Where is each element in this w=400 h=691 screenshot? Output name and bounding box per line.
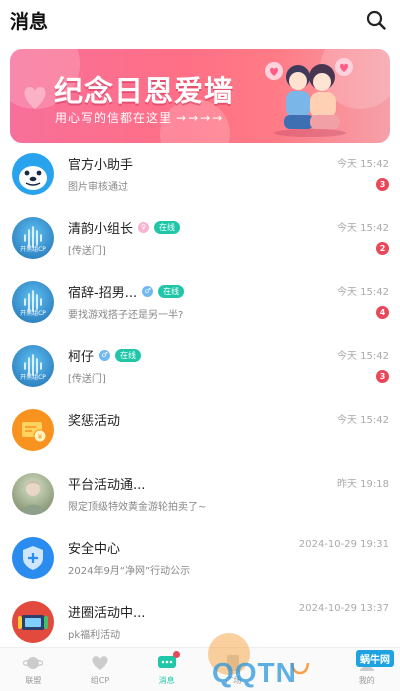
conversation-name: 官方小助手	[68, 157, 134, 173]
balloon-heart-icon	[24, 87, 46, 109]
avatar	[12, 537, 54, 579]
watermark-text: QQTN	[212, 657, 297, 688]
conversation-preview: 要找游戏搭子还是另一半?	[68, 310, 184, 321]
couple-illustration	[265, 58, 353, 137]
planet-icon	[22, 654, 45, 672]
nav-label: 消息	[158, 675, 175, 685]
nav-label: 我的	[358, 675, 375, 685]
conversation-time: 今天 15:42	[337, 159, 389, 170]
conversation-row[interactable]: ¥ 奖惩活动 今天 15:42	[0, 407, 400, 471]
avatar-label: 开黑组CP	[20, 374, 46, 381]
online-status-badge: 在线	[158, 284, 185, 298]
conversation-row[interactable]: 开黑组CP 宿辞-招男... ♂ 在线 今天 15:42 要找游戏搭子还是另一半…	[0, 279, 400, 343]
online-status-badge: 在线	[154, 220, 181, 234]
conversation-preview: 图片审核通过	[68, 182, 128, 193]
conversation-row[interactable]: 开黑组CP 柯仔 ♂ 在线 今天 15:42 [传送门] 3	[0, 343, 400, 407]
seal-mascot-icon	[19, 166, 47, 190]
unread-badge: 2	[376, 242, 389, 255]
unread-badge: 4	[376, 306, 389, 319]
avatar-label: 开黑组CP	[20, 310, 46, 317]
conversation-preview: pk福利活动	[68, 630, 121, 641]
avatar-label: 开黑组CP	[20, 246, 46, 253]
nav-item-messages[interactable]: 消息	[133, 648, 200, 691]
conversation-name: 平台活动通...	[68, 477, 146, 493]
avatar: 开黑组CP	[12, 281, 54, 323]
nav-label: 组CP	[90, 675, 110, 685]
conversation-time: 今天 15:42	[337, 351, 389, 362]
conversation-preview: 2024年9月“净网”行动公示	[68, 566, 191, 577]
search-icon[interactable]	[364, 8, 388, 32]
conversation-row[interactable]: 平台活动通... 昨天 19:18 限定顶级特效黄金游轮拍卖了~	[0, 471, 400, 535]
nav-item-cp[interactable]: 组CP	[67, 648, 134, 691]
conversation-list: 官方小助手 今天 15:42 图片审核通过 3 开黑组CP 清韵小组长 ♀ 在线…	[0, 151, 400, 663]
page-title: 消息	[10, 10, 49, 33]
conversation-time: 今天 15:42	[337, 415, 389, 426]
header: 消息	[0, 0, 400, 40]
conversation-preview: 限定顶级特效黄金游轮拍卖了~	[68, 502, 207, 513]
conversation-time: 今天 15:42	[337, 287, 389, 298]
unread-badge: 3	[376, 370, 389, 383]
conversation-row[interactable]: 安全中心 2024-10-29 19:31 2024年9月“净网”行动公示	[0, 535, 400, 599]
shield-icon	[23, 546, 43, 570]
heart-icon	[90, 654, 110, 672]
bottom-nav: 联盟 组CP 消息 广场 我的	[0, 647, 400, 691]
conversation-time: 今天 15:42	[337, 223, 389, 234]
unread-badge: 3	[376, 178, 389, 191]
conversation-preview: [传送门]	[68, 374, 106, 385]
conversation-preview: [传送门]	[68, 246, 106, 257]
conversation-time: 昨天 19:18	[337, 479, 389, 490]
conversation-row[interactable]: 官方小助手 今天 15:42 图片审核通过 3	[0, 151, 400, 215]
watermark-logo: 蜗牛网	[356, 650, 394, 667]
avatar: 开黑组CP	[12, 345, 54, 387]
conversation-time: 2024-10-29 13:37	[298, 603, 389, 614]
banner-title: 纪念日恩爱墙	[54, 74, 235, 108]
online-status-badge: 在线	[115, 348, 142, 362]
anniversary-banner[interactable]: 纪念日恩爱墙 用心写的信都在这里 →→→→	[10, 49, 390, 143]
conversation-row[interactable]: 开黑组CP 清韵小组长 ♀ 在线 今天 15:42 [传送门] 2	[0, 215, 400, 279]
conversation-name: 清韵小组长	[68, 221, 134, 237]
game-console-icon	[18, 615, 48, 630]
reward-card-icon: ¥	[22, 422, 47, 443]
avatar: ¥	[12, 409, 54, 451]
avatar	[12, 601, 54, 643]
nav-item-league[interactable]: 联盟	[0, 648, 67, 691]
male-icon: ♂	[99, 349, 111, 361]
conversation-name: 宿辞-招男...	[68, 285, 138, 301]
nav-unread-dot	[172, 651, 180, 658]
avatar: 开黑组CP	[12, 217, 54, 259]
conversation-name: 柯仔	[68, 349, 95, 365]
messages-screen: 消息 纪念日恩爱墙 用心写的信都在这里 →→→→ 官方小助手 今天 15:42 …	[0, 0, 400, 691]
nav-label: 联盟	[25, 675, 42, 685]
banner-subtitle: 用心写的信都在这里 →→→→	[55, 111, 225, 125]
avatar	[12, 153, 54, 195]
conversation-name: 安全中心	[68, 541, 121, 557]
conversation-name: 进圈活动中...	[68, 605, 146, 621]
character-portrait-icon	[21, 481, 45, 515]
conversation-name: 奖惩活动	[68, 413, 121, 429]
svg-text:¥: ¥	[38, 433, 43, 441]
female-icon: ♀	[138, 221, 150, 233]
male-icon: ♂	[142, 285, 154, 297]
conversation-time: 2024-10-29 19:31	[298, 539, 389, 550]
avatar	[12, 473, 54, 515]
